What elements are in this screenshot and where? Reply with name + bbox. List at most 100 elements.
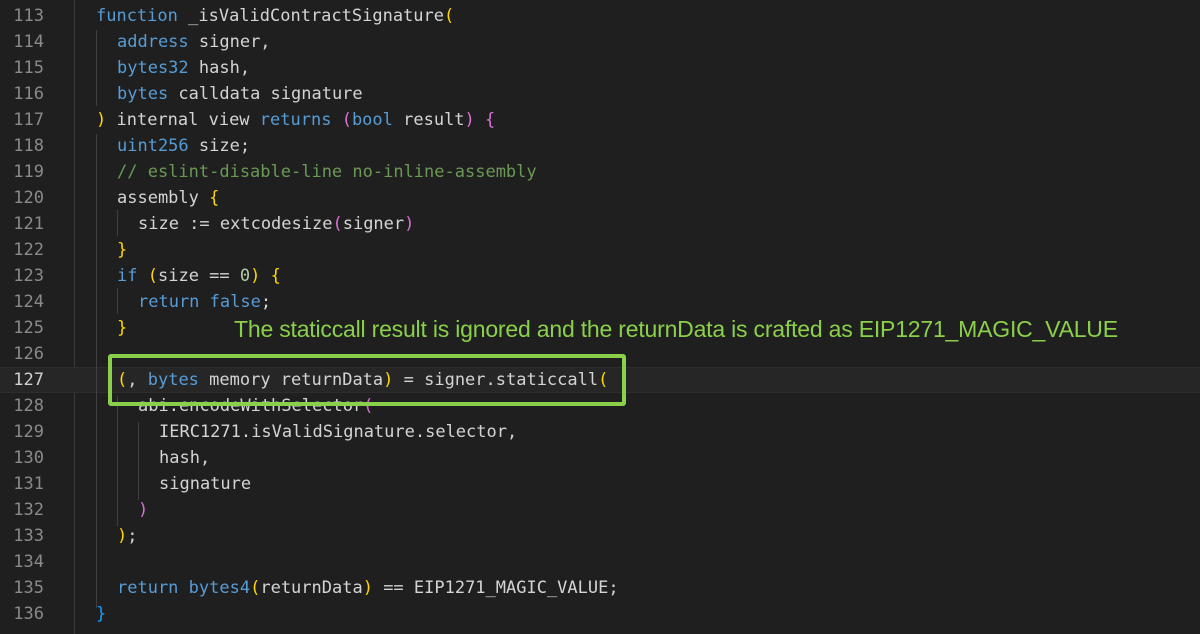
code-token: ) — [404, 214, 415, 234]
code-token: ) — [96, 110, 107, 130]
code-token: signer — [342, 214, 405, 234]
code-text: function _isValidContractSignature( — [96, 3, 454, 29]
code-token: size == — [157, 266, 240, 286]
indent-guide — [138, 422, 139, 500]
code-line[interactable]: 123 if (size == 0) { — [0, 263, 1200, 289]
code-line[interactable]: 133); — [0, 523, 1200, 549]
indent-guide — [117, 210, 118, 236]
code-token: assembly — [117, 188, 210, 208]
code-text: bytes calldata signature — [117, 81, 363, 107]
code-line[interactable]: 119 // eslint-disable-line no-inline-asse… — [0, 159, 1200, 185]
code-token: // eslint-disable-line no-inline-assembl… — [117, 162, 537, 182]
code-text: signature — [159, 471, 251, 497]
code-token: bytes4 — [188, 578, 251, 598]
code-token: false — [209, 292, 261, 312]
code-text: uint256 size; — [117, 133, 250, 159]
code-token: ) — [117, 526, 128, 546]
code-line[interactable]: 134 — [0, 549, 1200, 575]
line-number: 136 — [13, 604, 44, 624]
code-token: if — [117, 266, 138, 286]
code-line[interactable]: 122} — [0, 237, 1200, 263]
code-line[interactable]: 132) — [0, 497, 1200, 523]
code-token: address — [117, 32, 189, 52]
code-text: assembly { — [117, 185, 219, 211]
code-token: size; — [188, 136, 251, 156]
code-line[interactable]: 124 return false; — [0, 289, 1200, 315]
code-text: } — [96, 601, 106, 627]
code-line[interactable]: 131 signature — [0, 471, 1200, 497]
line-number: 130 — [13, 448, 44, 468]
code-line[interactable]: 116 bytes calldata signature — [0, 81, 1200, 107]
code-token: ; — [260, 292, 272, 312]
code-token: ( — [444, 6, 455, 26]
code-token: ( — [341, 110, 352, 130]
line-number: 131 — [13, 474, 44, 494]
code-token: } — [96, 604, 107, 624]
code-token: ( — [250, 578, 261, 598]
code-text: ) — [138, 497, 148, 523]
code-text: return false; — [138, 289, 271, 315]
code-token: bytes — [117, 84, 169, 104]
line-number: 125 — [13, 318, 44, 338]
line-number: 126 — [13, 344, 44, 364]
code-token: returns — [259, 110, 332, 130]
indent-guide — [117, 396, 118, 526]
code-token: result — [392, 110, 465, 130]
annotation-text: The staticcall result is ignored and the… — [234, 316, 1118, 342]
line-number: 129 — [13, 422, 44, 442]
code-line[interactable]: 117) internal view returns (bool result)… — [0, 107, 1200, 133]
line-number: 127 — [13, 370, 44, 390]
code-token: hash, — [188, 58, 251, 78]
code-token: } — [117, 240, 128, 260]
code-line[interactable]: 113 function _isValidContractSignature( — [0, 3, 1200, 29]
code-token: ( — [147, 266, 158, 286]
indent-guide — [117, 288, 118, 314]
code-token: return — [117, 578, 179, 598]
code-token: calldata signature — [168, 84, 363, 104]
line-number: 123 — [13, 266, 44, 286]
code-text: return bytes4(returnData) == EIP1271_MAG… — [117, 575, 619, 601]
code-token: _isValidContractSignature — [177, 6, 444, 26]
code-token: hash, — [159, 448, 211, 468]
line-number: 124 — [13, 292, 44, 312]
line-number: 114 — [13, 32, 44, 52]
code-token: ; — [127, 526, 138, 546]
code-token: { — [485, 110, 496, 130]
code-token: signature — [159, 474, 252, 494]
code-token: bytes32 — [117, 58, 189, 78]
code-text: bytes32 hash, — [117, 55, 250, 81]
code-token: ( — [332, 214, 343, 234]
code-token: 0 — [239, 266, 251, 286]
code-token: size := extcodesize — [138, 214, 333, 234]
code-text: } — [117, 315, 127, 341]
code-line[interactable]: 130 hash, — [0, 445, 1200, 471]
code-line[interactable]: 114 address signer, — [0, 29, 1200, 55]
code-line[interactable]: 136} — [0, 601, 1200, 627]
code-token: } — [117, 318, 128, 338]
code-line[interactable]: 121 size := extcodesize(signer) — [0, 211, 1200, 237]
code-line[interactable]: 115 bytes32 hash, — [0, 55, 1200, 81]
code-token: IERC1271.isValidSignature.selector, — [159, 422, 518, 442]
code-token: { — [209, 188, 220, 208]
code-line[interactable]: 129 IERC1271.isValidSignature.selector, — [0, 419, 1200, 445]
code-token: { — [270, 266, 281, 286]
line-number: 115 — [13, 58, 44, 78]
code-text: } — [117, 237, 127, 263]
line-number: 117 — [13, 110, 44, 130]
code-line[interactable]: 120 assembly { — [0, 185, 1200, 211]
code-token: ) — [138, 500, 149, 520]
code-text: address signer, — [117, 29, 271, 55]
code-text: IERC1271.isValidSignature.selector, — [159, 419, 517, 445]
line-number: 121 — [13, 214, 44, 234]
line-number: 118 — [13, 136, 44, 156]
line-number: 128 — [13, 396, 44, 416]
indent-guide — [96, 134, 97, 608]
code-line[interactable]: 135 return bytes4(returnData) == EIP1271_… — [0, 575, 1200, 601]
code-line[interactable]: 118 uint256 size; — [0, 133, 1200, 159]
code-token: uint256 — [117, 136, 189, 156]
